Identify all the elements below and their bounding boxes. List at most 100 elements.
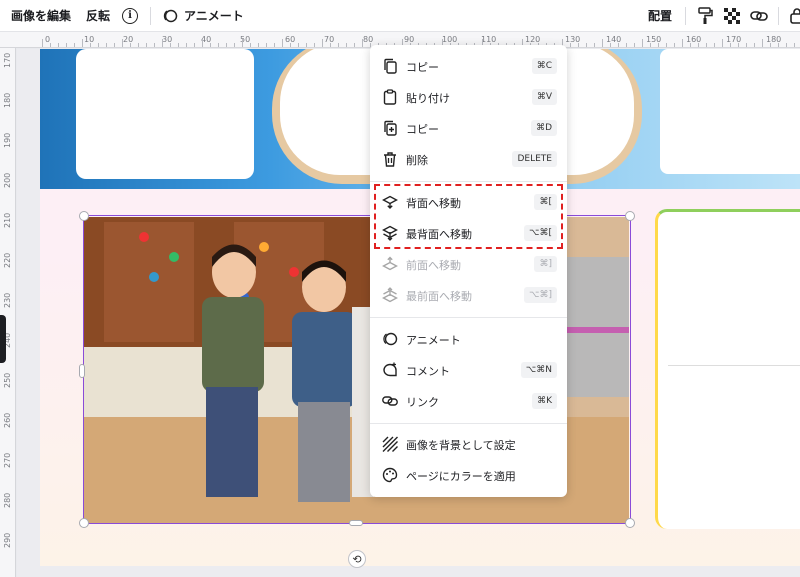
- ruler-tick: [610, 43, 611, 47]
- resize-handle-left[interactable]: [79, 364, 85, 378]
- ruler-tick: [586, 43, 587, 47]
- ruler-tick: [730, 43, 731, 47]
- transparency-icon: [724, 7, 740, 24]
- ruler-label: 210: [3, 212, 12, 228]
- ruler-tick: [58, 43, 59, 47]
- ruler-tick: [290, 43, 291, 47]
- ruler-label: 20: [123, 35, 134, 44]
- ruler-tick: [738, 43, 739, 47]
- toolbar-divider: [685, 7, 686, 25]
- ruler-label: 170: [3, 52, 12, 68]
- position-button[interactable]: 配置: [648, 0, 672, 32]
- ruler-label: 260: [3, 412, 12, 428]
- menu-item-comment[interactable]: コメント ⌥⌘N: [370, 355, 567, 385]
- ruler-tick: [570, 43, 571, 47]
- resize-handle-bottom[interactable]: [349, 520, 363, 526]
- animate-button[interactable]: アニメート: [162, 0, 244, 32]
- menu-divider: [370, 181, 567, 182]
- resize-handle-bottom-left[interactable]: [79, 518, 89, 528]
- menu-item-shortcut: ⌘K: [532, 393, 557, 409]
- menu-item-set-background[interactable]: 画像を背景として設定: [370, 429, 567, 459]
- ruler-tick: [602, 39, 603, 47]
- ruler-label: 110: [481, 35, 497, 44]
- ruler-tick: [218, 43, 219, 47]
- highlight-box: [374, 184, 563, 249]
- ruler-label: 230: [3, 292, 12, 308]
- photo-frame[interactable]: [76, 49, 254, 179]
- ruler-tick: [226, 43, 227, 47]
- info-button[interactable]: i: [122, 0, 138, 32]
- menu-item-delete[interactable]: 削除 DELETE: [370, 144, 567, 174]
- ruler-tick: [74, 43, 75, 47]
- menu-item-label: コピー: [406, 123, 439, 136]
- menu-item-shortcut: ⌥⌘]: [524, 287, 557, 303]
- ruler-tick: [130, 43, 131, 47]
- menu-item-duplicate[interactable]: コピー ⌘D: [370, 113, 567, 143]
- info-icon: i: [122, 7, 138, 24]
- flip-button[interactable]: 反転: [86, 0, 110, 32]
- ruler-tick: [202, 39, 203, 47]
- ruler-label: 180: [3, 92, 12, 108]
- rotate-handle[interactable]: ⟲: [348, 550, 366, 568]
- paint-roller-icon: [698, 6, 713, 24]
- copy-style-button[interactable]: [697, 0, 713, 32]
- ruler-tick: [794, 43, 795, 47]
- ruler-tick: [594, 43, 595, 47]
- menu-item-apply-colors[interactable]: ページにカラーを適用: [370, 460, 567, 490]
- ruler-tick: [618, 43, 619, 47]
- link-icon: [382, 396, 398, 406]
- ruler-tick: [50, 43, 51, 47]
- context-menu: コピー ⌘C 貼り付け ⌘V コピー ⌘D 削除 DELETE 背面へ移動 ⌘[…: [370, 45, 567, 497]
- menu-item-label: 削除: [406, 154, 428, 167]
- menu-item-label: 前面へ移動: [406, 259, 461, 272]
- lock-icon: [790, 7, 800, 24]
- ruler-tick: [154, 43, 155, 47]
- animate-icon: [383, 332, 398, 346]
- ruler-tick: [170, 43, 171, 47]
- resize-handle-top-right[interactable]: [625, 211, 635, 221]
- ruler-label: 280: [3, 492, 12, 508]
- photo-frame[interactable]: [660, 49, 800, 174]
- ruler-tick: [66, 43, 67, 47]
- menu-item-label: コピー: [406, 61, 439, 74]
- ruler-tick: [42, 39, 43, 47]
- position-label: 配置: [648, 9, 673, 23]
- menu-item-animate[interactable]: アニメート: [370, 324, 567, 354]
- ruler-tick: [722, 39, 723, 47]
- side-panel-toggle[interactable]: [0, 315, 6, 363]
- palette-icon: [382, 467, 398, 483]
- ruler-label: 290: [3, 532, 12, 548]
- lock-button[interactable]: [790, 0, 800, 32]
- resize-handle-top-left[interactable]: [79, 211, 89, 221]
- ruler-tick: [642, 39, 643, 47]
- ruler-tick: [346, 43, 347, 47]
- ruler-label: 190: [3, 132, 12, 148]
- flip-label: 反転: [86, 9, 111, 23]
- ruler-label: 80: [363, 35, 374, 44]
- ruler-tick: [106, 43, 107, 47]
- menu-item-paste[interactable]: 貼り付け ⌘V: [370, 82, 567, 112]
- ruler-tick: [250, 43, 251, 47]
- ruler-tick: [234, 43, 235, 47]
- ruler-label: 220: [3, 252, 12, 268]
- photo-frame[interactable]: [655, 209, 800, 529]
- menu-item-copy[interactable]: コピー ⌘C: [370, 51, 567, 81]
- ruler-tick: [578, 43, 579, 47]
- menu-item-shortcut: ⌘C: [531, 58, 557, 74]
- link-icon: [750, 10, 768, 21]
- menu-item-shortcut: DELETE: [512, 151, 557, 167]
- menu-item-shortcut: ⌘]: [534, 256, 557, 272]
- menu-item-link[interactable]: リンク ⌘K: [370, 386, 567, 416]
- top-toolbar: 画像を編集 反転 i アニメート 配置: [0, 0, 800, 32]
- link-button[interactable]: [750, 0, 768, 32]
- ruler-tick: [242, 39, 243, 47]
- transparency-button[interactable]: [724, 0, 740, 32]
- edit-image-button[interactable]: 画像を編集: [11, 0, 71, 32]
- resize-handle-bottom-right[interactable]: [625, 518, 635, 528]
- menu-item-shortcut: ⌘D: [531, 120, 557, 136]
- ruler-tick: [122, 39, 123, 47]
- ruler-tick: [98, 43, 99, 47]
- ruler-tick: [258, 43, 259, 47]
- menu-item-shortcut: ⌥⌘N: [520, 362, 557, 378]
- ruler-tick: [178, 43, 179, 47]
